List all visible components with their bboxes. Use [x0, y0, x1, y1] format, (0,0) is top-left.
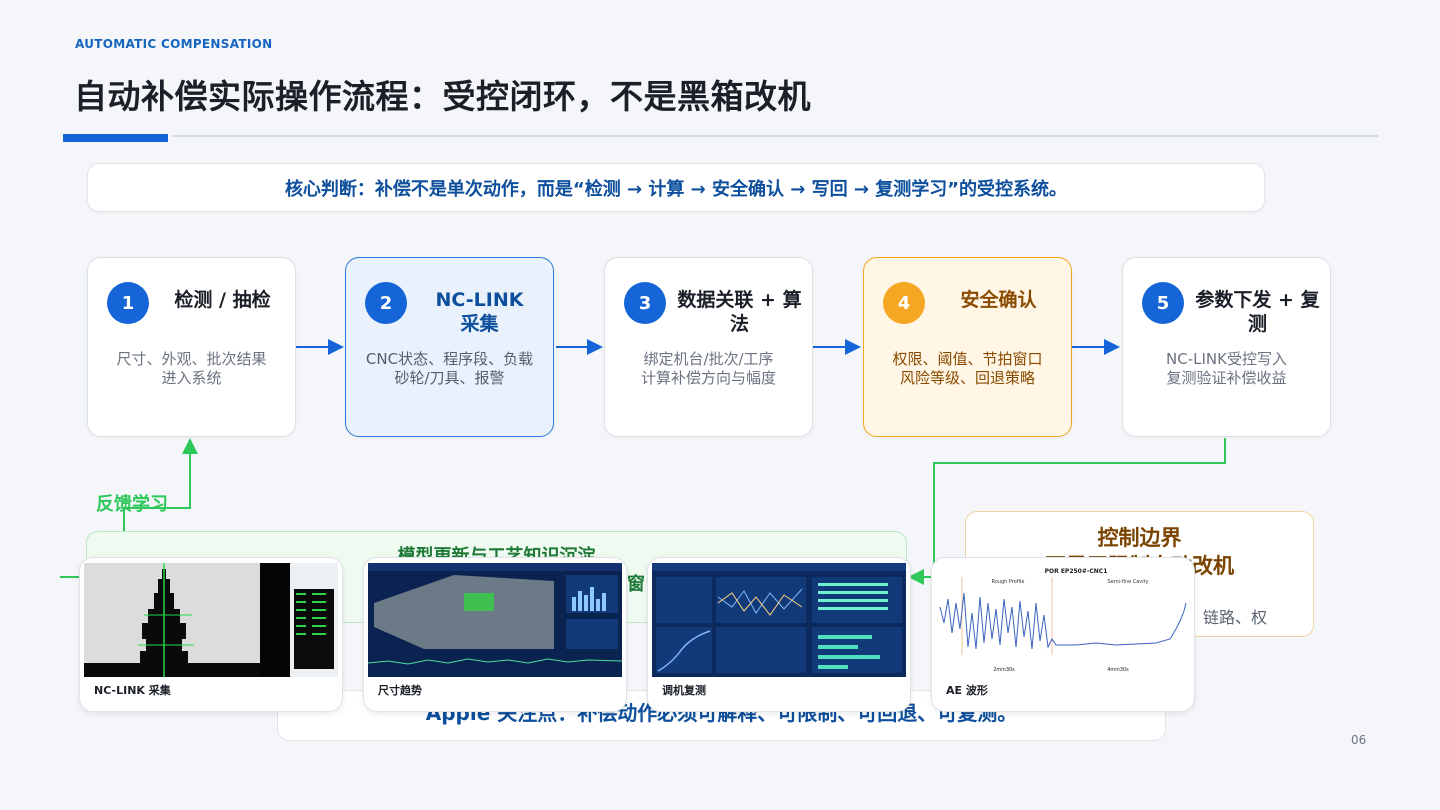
step-body: 权限、阈值、节拍窗口 风险等级、回退策略: [892, 350, 1043, 387]
step-card-5: 5 参数下发 + 复测 NC-LINK受控写入 复测验证补偿收益: [1122, 257, 1331, 437]
step-title: 参数下发 + 复测: [1195, 289, 1320, 335]
thumbnail-caption: 调机复测: [662, 684, 706, 697]
nclink-screenshot: [84, 563, 338, 677]
thumbnail-caption: NC-LINK 采集: [94, 684, 171, 697]
page-number: 06: [1351, 733, 1367, 747]
step-title: 安全确认: [960, 289, 1037, 311]
ae-legend-left: Rough Profile: [992, 579, 1025, 585]
ae-chart-title: POR EP250#-CNC1: [1045, 568, 1108, 575]
step-number: 4: [883, 282, 925, 324]
ae-waveform-chart: POR EP250#-CNC1 Rough Profile Semi-fine …: [936, 563, 1190, 677]
size-trend-dashboard: [368, 563, 622, 677]
step-card-3: 3 数据关联 + 算法 绑定机台/批次/工序 计算补偿方向与幅度: [604, 257, 813, 437]
step-body: 尺寸、外观、批次结果 进入系统: [116, 350, 267, 387]
step-number: 3: [624, 282, 666, 324]
step-title: 检测 / 抽检: [174, 289, 271, 311]
thumbnail-retest[interactable]: 调机复测: [647, 557, 911, 712]
thumbnail-size-trend[interactable]: 尺寸趋势: [363, 557, 627, 712]
ae-legend-right: Semi-fine Cavity: [1107, 579, 1148, 585]
control-boundary-fragment: 链路、权: [1202, 608, 1267, 627]
feedback-label: 反馈学习: [96, 494, 168, 515]
step-card-4: 4 安全确认 权限、阈值、节拍窗口 风险等级、回退策略: [863, 257, 1072, 437]
thumbnail-ae-waveform[interactable]: POR EP250#-CNC1 Rough Profile Semi-fine …: [931, 557, 1195, 712]
retest-dashboard: [652, 563, 906, 677]
step-title: NC-LINK 采集: [435, 289, 524, 335]
step-card-2: 2 NC-LINK 采集 CNC状态、程序段、负载 砂轮/刀具、报警: [345, 257, 554, 437]
step-number: 5: [1142, 282, 1184, 324]
step-card-1: 1 检测 / 抽检 尺寸、外观、批次结果 进入系统: [87, 257, 296, 437]
step-body: CNC状态、程序段、负载 砂轮/刀具、报警: [365, 350, 534, 387]
ae-time-right: 4min30s: [1107, 667, 1129, 673]
thumbnail-nclink[interactable]: NC-LINK 采集: [79, 557, 343, 712]
thumbnail-caption: 尺寸趋势: [378, 684, 422, 697]
thumbnail-caption: AE 波形: [946, 684, 988, 697]
step-title: 数据关联 + 算法: [677, 289, 802, 335]
step-number: 2: [365, 282, 407, 324]
step-body: NC-LINK受控写入 复测验证补偿收益: [1166, 350, 1287, 387]
step-body: 绑定机台/批次/工序 计算补偿方向与幅度: [640, 350, 776, 387]
model-update-fragment: 窗: [627, 574, 645, 595]
ae-time-left: 2min30s: [993, 667, 1015, 673]
step-number: 1: [107, 282, 149, 324]
